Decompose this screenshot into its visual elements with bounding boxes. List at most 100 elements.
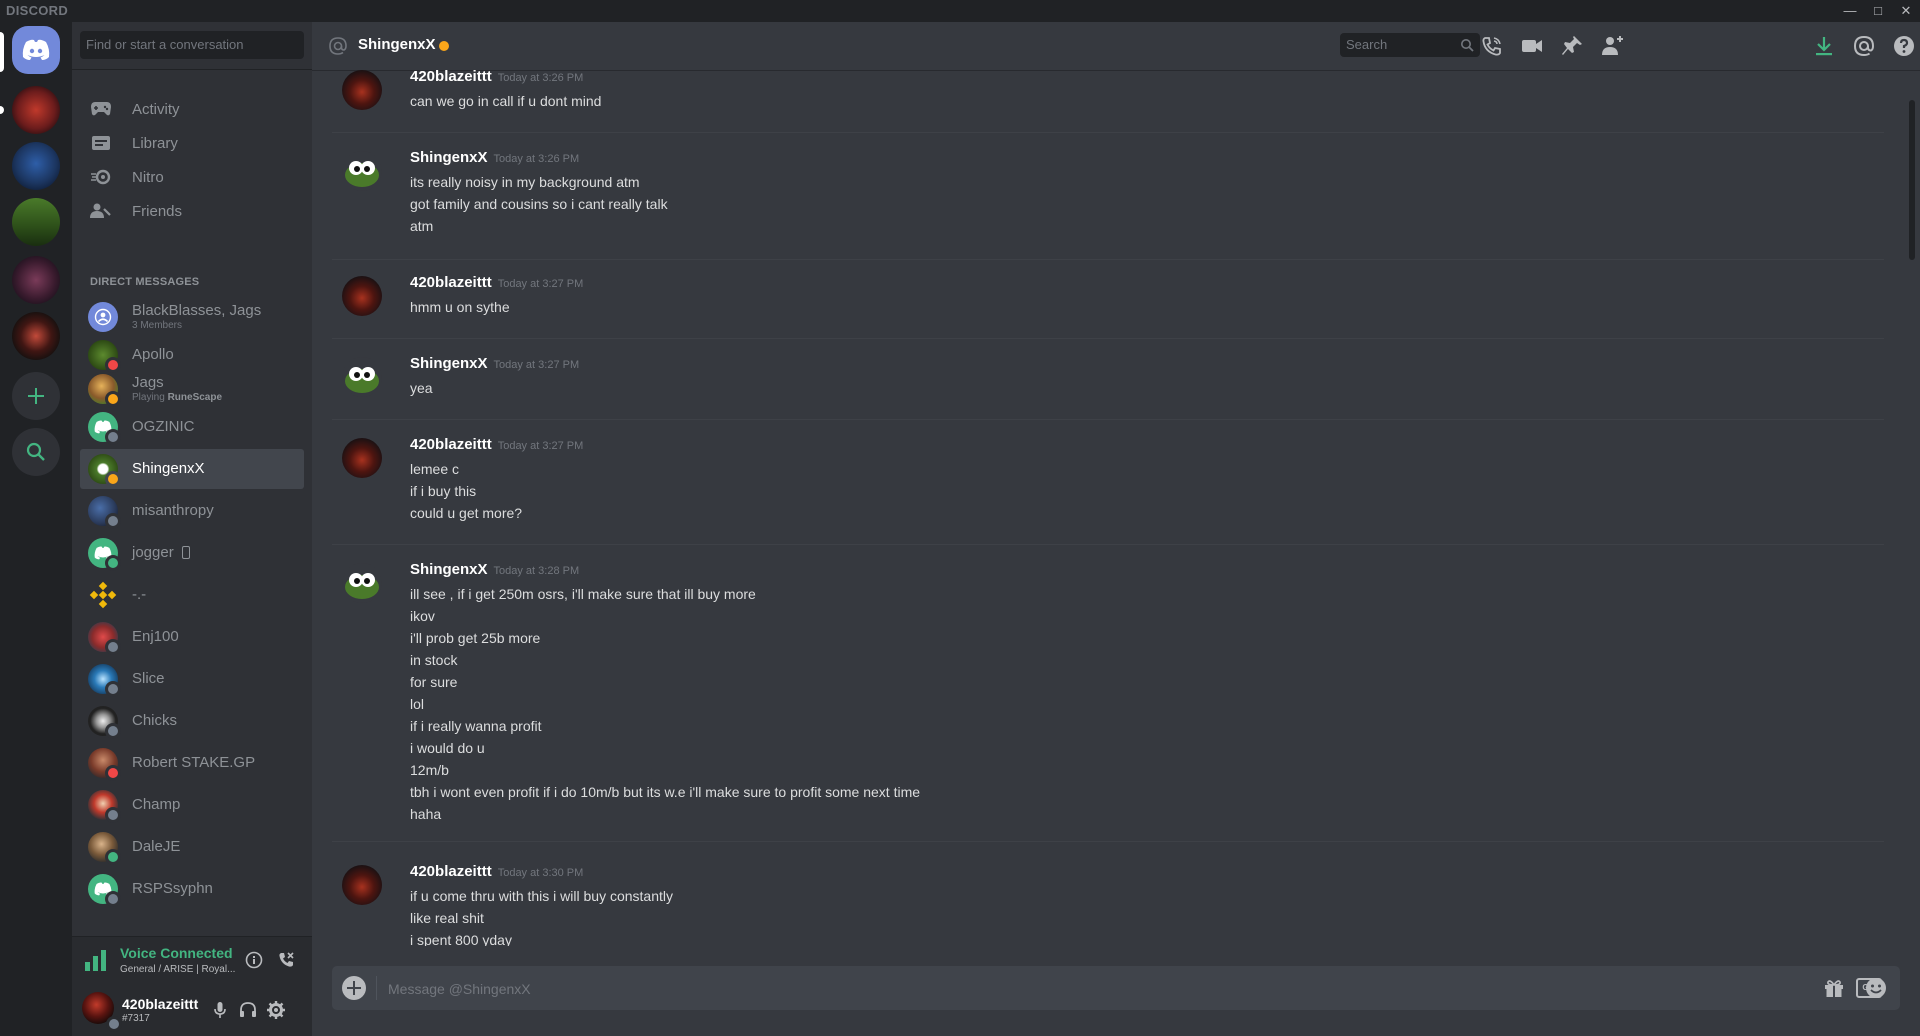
- dm-sidebar: Find or start a conversation Activity Li…: [72, 22, 312, 1036]
- voice-channel-name[interactable]: General / ARISE | Royal...: [120, 964, 235, 975]
- direct-messages-header: DIRECT MESSAGES: [90, 276, 200, 288]
- dm-subtitle: 3 Members: [132, 319, 183, 331]
- gift-icon[interactable]: [1822, 976, 1846, 1000]
- header-search-input[interactable]: Search: [1340, 33, 1480, 57]
- message-text: atm: [410, 218, 434, 234]
- friends-icon: [90, 200, 112, 222]
- status-idle-indicator: [105, 391, 121, 407]
- selected-indicator: [0, 32, 4, 72]
- avatar[interactable]: [342, 357, 382, 397]
- message-timestamp: Today at 3:27 PM: [497, 440, 584, 452]
- server-icon-shield[interactable]: [12, 142, 60, 190]
- message-group: 420blazeittt Today at 3:27 PM lemee c if …: [332, 434, 1884, 545]
- headphones-icon[interactable]: [238, 1000, 258, 1020]
- microphone-icon[interactable]: [210, 1000, 230, 1020]
- voice-status-title[interactable]: Voice Connected: [120, 945, 233, 961]
- message-text: if u come thru with this i will buy cons…: [410, 888, 673, 904]
- dm-name: ShingenxX: [132, 459, 205, 477]
- avatar[interactable]: [342, 276, 382, 316]
- message-author[interactable]: 420blazeittt Today at 3:26 PM: [410, 70, 583, 85]
- message-list[interactable]: 420blazeittt Today at 3:26 PM can we go i…: [312, 70, 1904, 946]
- dm-item-ogzinic[interactable]: OGZINIC: [80, 407, 304, 447]
- message-group: ShingenxX Today at 3:27 PM yea: [332, 353, 1884, 420]
- composer-divider: [376, 976, 377, 1000]
- maximize-icon[interactable]: □: [1864, 0, 1892, 22]
- message-text: in stock: [410, 652, 458, 668]
- message-composer: GIF: [332, 966, 1900, 1012]
- mentions-icon[interactable]: [1852, 34, 1876, 58]
- avatar[interactable]: [342, 70, 382, 110]
- dm-item-daleje[interactable]: DaleJE: [80, 827, 304, 867]
- dm-item-dash-dot[interactable]: -.-: [80, 575, 304, 615]
- message-group: 420blazeittt Today at 3:30 PM if u come t…: [332, 861, 1884, 946]
- frog-avatar-icon: [345, 367, 379, 393]
- avatar[interactable]: [342, 865, 382, 905]
- unread-indicator: [0, 106, 4, 114]
- message-author[interactable]: 420blazeittt Today at 3:30 PM: [410, 863, 583, 880]
- emoji-picker-icon[interactable]: [1864, 976, 1888, 1000]
- start-voice-call-icon[interactable]: [1480, 34, 1504, 58]
- explore-servers-button[interactable]: [12, 428, 60, 476]
- dm-item-slice[interactable]: Slice: [80, 659, 304, 699]
- help-icon[interactable]: [1892, 34, 1916, 58]
- close-icon[interactable]: ✕: [1892, 0, 1920, 22]
- server-icon-voice[interactable]: [12, 198, 60, 246]
- dm-item-jags[interactable]: Jags Playing RuneScape: [80, 369, 304, 409]
- dm-name: Jags: [132, 374, 164, 392]
- start-video-call-icon[interactable]: [1520, 34, 1544, 58]
- message-text: for sure: [410, 674, 458, 690]
- dm-item-chicks[interactable]: Chicks: [80, 701, 304, 741]
- server-icon-world-trade[interactable]: [12, 86, 60, 134]
- avatar: [88, 874, 121, 907]
- server-icon-crowd[interactable]: [12, 256, 60, 304]
- search-icon: [1461, 39, 1474, 52]
- avatar[interactable]: [342, 563, 382, 603]
- message-author[interactable]: 420blazeittt Today at 3:27 PM: [410, 436, 583, 453]
- dm-item-jogger[interactable]: jogger: [80, 533, 304, 573]
- disconnect-call-icon[interactable]: [276, 950, 296, 970]
- status-dnd-indicator: [105, 765, 121, 781]
- pinned-messages-icon[interactable]: [1560, 34, 1584, 58]
- status-offline-indicator: [105, 807, 121, 823]
- dm-item-shingenxx[interactable]: ShingenxX: [80, 449, 304, 489]
- settings-gear-icon[interactable]: [266, 1000, 286, 1020]
- dm-item-enj100[interactable]: Enj100: [80, 617, 304, 657]
- avatar: [88, 340, 121, 373]
- scrollbar-thumb[interactable]: [1909, 100, 1915, 260]
- nav-friends[interactable]: Friends: [80, 191, 304, 231]
- upload-plus-icon[interactable]: [342, 976, 366, 1000]
- username[interactable]: 420blazeittt: [122, 996, 198, 1012]
- mobile-icon: [181, 546, 190, 560]
- message-scrollbar[interactable]: [1908, 70, 1916, 946]
- message-author[interactable]: ShingenxX Today at 3:28 PM: [410, 561, 579, 578]
- message-author[interactable]: ShingenxX Today at 3:27 PM: [410, 355, 579, 372]
- add-server-button[interactable]: [12, 372, 60, 420]
- dm-name: DaleJE: [132, 837, 181, 855]
- info-icon[interactable]: [244, 950, 264, 970]
- dm-item-champ[interactable]: Champ: [80, 785, 304, 825]
- find-conversation-input[interactable]: Find or start a conversation: [80, 31, 304, 59]
- message-input[interactable]: [386, 966, 1770, 1012]
- dm-item-group[interactable]: BlackBlasses, Jags 3 Members: [80, 297, 304, 337]
- download-icon[interactable]: [1812, 34, 1836, 58]
- signal-strength-icon[interactable]: [84, 949, 108, 971]
- add-friends-to-dm-icon[interactable]: [1600, 34, 1624, 58]
- at-sign-icon: [329, 37, 347, 55]
- home-button[interactable]: [12, 26, 60, 74]
- dm-item-robert-stake[interactable]: Robert STAKE.GP: [80, 743, 304, 783]
- message-author[interactable]: 420blazeittt Today at 3:27 PM: [410, 274, 583, 291]
- status-idle-indicator: [105, 471, 121, 487]
- search-placeholder: Search: [1346, 37, 1388, 52]
- dm-name: Enj100: [132, 627, 179, 645]
- server-icon-castle[interactable]: [12, 312, 60, 360]
- message-text: got family and cousins so i cant really …: [410, 196, 668, 212]
- message-text: could u get more?: [410, 505, 523, 521]
- minimize-icon[interactable]: —: [1836, 0, 1864, 22]
- avatar: [88, 664, 121, 697]
- avatar[interactable]: [342, 438, 382, 478]
- dm-item-misanthropy[interactable]: misanthropy: [80, 491, 304, 531]
- server-rail: [0, 22, 72, 1036]
- avatar[interactable]: [342, 151, 382, 191]
- message-author[interactable]: ShingenxX Today at 3:26 PM: [410, 149, 579, 166]
- dm-item-rspssyphn[interactable]: RSPSsyphn: [80, 869, 304, 909]
